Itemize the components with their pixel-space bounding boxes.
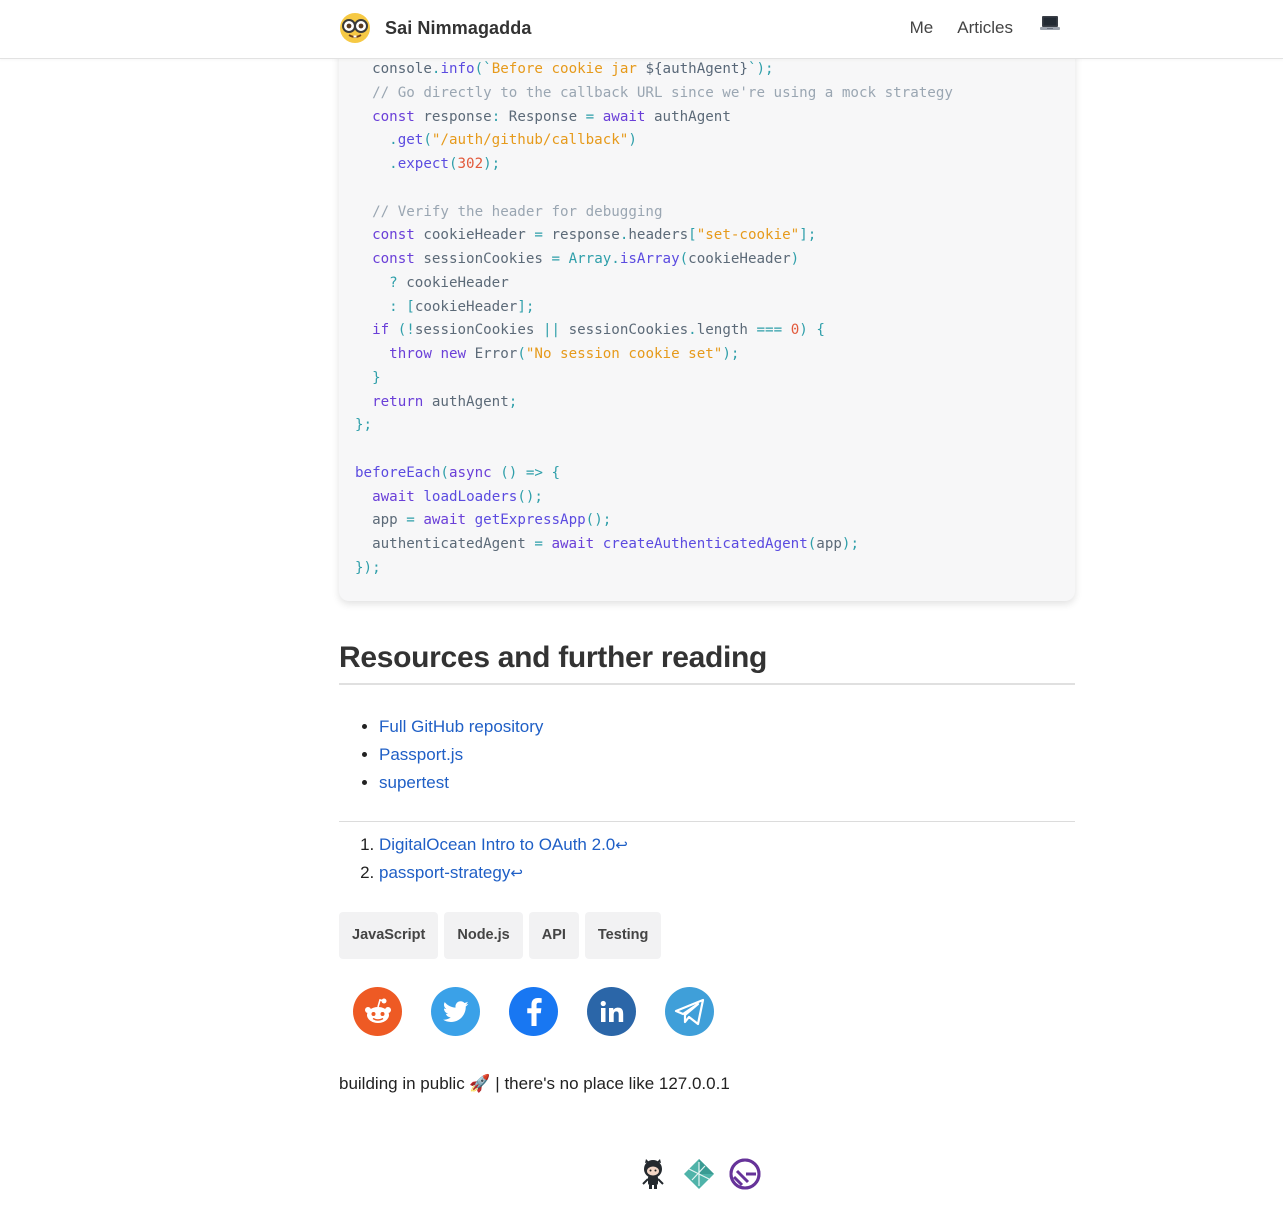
share-twitter-button[interactable] [431, 987, 480, 1036]
code-line: // Verify the header for debugging [372, 203, 663, 220]
powered-by [637, 1158, 775, 1190]
site-name: Sai Nimmagadda [385, 17, 532, 38]
twitter-icon [442, 1000, 469, 1022]
code-line: const sessionCookies = Array.isArray(coo… [372, 251, 800, 267]
code-line: .get("/auth/github/callback") [389, 132, 637, 149]
share-linkedin-button[interactable] [587, 987, 636, 1036]
link-github-repository[interactable]: Full GitHub repository [379, 717, 543, 736]
list-item: supertest [379, 769, 543, 797]
share-buttons [353, 987, 743, 1036]
code-line: await loadLoaders(); [372, 488, 543, 505]
footnote-backref-icon[interactable]: ↩ [510, 864, 523, 882]
resource-list: Full GitHub repository Passport.js super… [339, 713, 543, 797]
code-line: // Go directly to the callback URL since… [372, 84, 953, 101]
code-line: } [372, 369, 381, 386]
code-line: const cookieHeader = response.headers["s… [372, 227, 817, 244]
code-line: }); [355, 559, 381, 576]
tag-testing[interactable]: Testing [584, 912, 662, 959]
nav-articles[interactable]: Articles [957, 14, 1013, 42]
footer-tagline: building in public 🚀 | there's no place … [339, 1074, 730, 1093]
code-line: throw new Error("No session cookie set")… [389, 346, 740, 362]
telegram-icon [674, 998, 704, 1025]
laptop-icon[interactable] [1039, 13, 1061, 35]
facebook-icon [526, 997, 542, 1026]
link-supertest[interactable]: supertest [379, 773, 449, 792]
code-line: }; [355, 417, 373, 434]
brand-link[interactable]: Sai Nimmagadda [339, 12, 531, 44]
footnotes-divider [339, 821, 1075, 822]
code-line: return authAgent; [372, 393, 518, 410]
list-item: Full GitHub repository [379, 713, 543, 741]
code-line: .expect(302); [389, 156, 501, 172]
link-passportjs[interactable]: Passport.js [379, 745, 463, 764]
footnotes-list: DigitalOcean Intro to OAuth 2.0↩ passpor… [339, 831, 628, 887]
footnote-link-passport-strategy[interactable]: passport-strategy [379, 863, 510, 882]
linkedin-icon [600, 1000, 623, 1022]
code-line: app = await getExpressApp(); [355, 512, 612, 529]
tag-list: JavaScript Node.js API Testing [339, 912, 667, 959]
share-reddit-button[interactable] [353, 987, 402, 1036]
code-line: ? cookieHeader [389, 274, 509, 291]
netlify-icon[interactable] [683, 1158, 715, 1190]
nerd-face-avatar-icon [340, 13, 370, 43]
code-content: console.info(`Before cookie jar ${authAg… [355, 58, 953, 581]
nav-me[interactable]: Me [910, 14, 934, 42]
footnote-item: passport-strategy↩ [379, 859, 628, 887]
footnote-item: DigitalOcean Intro to OAuth 2.0↩ [379, 831, 628, 859]
code-block: console.info(`Before cookie jar ${authAg… [339, 40, 1075, 601]
share-telegram-button[interactable] [665, 987, 714, 1036]
reddit-icon [364, 998, 391, 1023]
footnote-link-digitalocean[interactable]: DigitalOcean Intro to OAuth 2.0 [379, 835, 615, 854]
footnote-backref-icon[interactable]: ↩ [615, 836, 628, 854]
code-line: const response: Response = await authAge… [372, 108, 731, 125]
code-line: authenticatedAgent = await createAuthent… [355, 536, 859, 552]
code-line: beforeEach(async () => { [355, 464, 561, 481]
code-line: console.info(`Before cookie jar ${authAg… [372, 61, 774, 77]
tag-nodejs[interactable]: Node.js [444, 912, 523, 959]
list-item: Passport.js [379, 741, 543, 769]
main-nav: Me Articles [886, 14, 1061, 42]
share-facebook-button[interactable] [509, 987, 558, 1036]
tag-api[interactable]: API [528, 912, 579, 959]
code-line: if (!sessionCookies || sessionCookies.le… [372, 322, 825, 339]
code-line: : [cookieHeader]; [389, 298, 535, 315]
site-header: Sai Nimmagadda Me Articles [0, 0, 1283, 59]
tag-javascript[interactable]: JavaScript [339, 912, 439, 959]
gatsby-icon[interactable] [729, 1158, 761, 1190]
resources-heading: Resources and further reading [339, 641, 1075, 685]
github-octocat-icon[interactable] [637, 1158, 669, 1190]
